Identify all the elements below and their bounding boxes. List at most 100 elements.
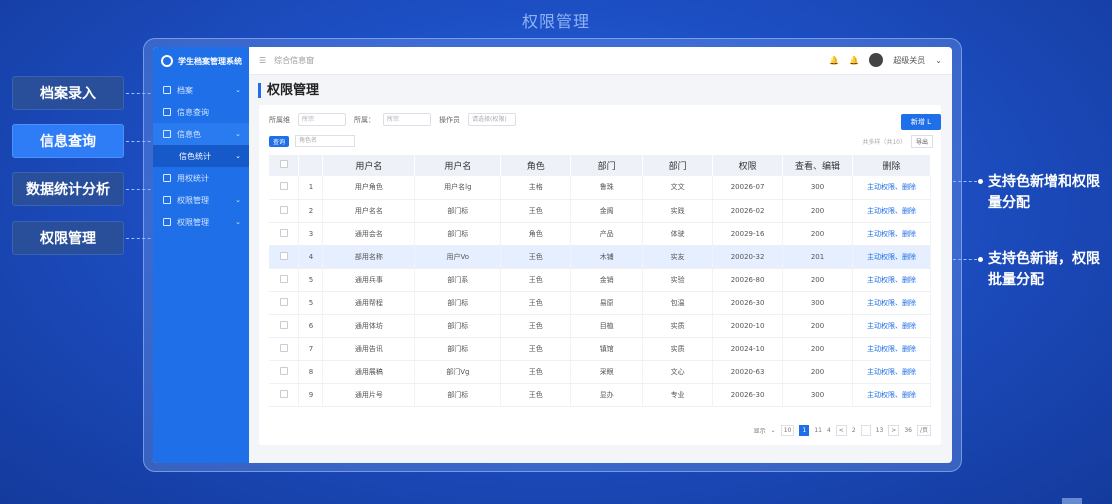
sidebar-item-info-color[interactable]: 信息色 ⌄: [153, 123, 249, 145]
assign-permission-link[interactable]: 主动权限、: [867, 253, 902, 261]
bell-icon[interactable]: 🔔: [829, 56, 839, 65]
row-checkbox[interactable]: [269, 222, 300, 246]
total-info: 共多样（共10）: [862, 139, 906, 146]
row-index: 3: [298, 222, 324, 246]
chevron-down-icon[interactable]: ⌄: [935, 56, 942, 65]
table-row[interactable]: 1 用户角色 用户名lg 主格 鲁珠 文文 20026-07 300 主动权限、删除: [269, 176, 932, 200]
assign-permission-link[interactable]: 主动权限、: [867, 322, 902, 330]
table-row[interactable]: 6 通用体坊 部门标 王色 目植 实质 20020-10 200 主动权限、删除: [269, 314, 932, 338]
page-tail[interactable]: /页: [916, 425, 931, 436]
query-tag[interactable]: 查询: [269, 135, 290, 147]
checkbox[interactable]: [279, 366, 288, 375]
topbar-actions: 🔔 🔔 超级关员 ⌄: [829, 53, 942, 67]
sidebar-item-archive[interactable]: 档案 ⌄: [153, 79, 249, 101]
row-role: 角色: [500, 222, 572, 246]
row-checkbox[interactable]: [269, 176, 300, 200]
sidebar-item-usage-stats[interactable]: 用权统计: [153, 167, 249, 189]
assign-permission-link[interactable]: 主动权限、: [867, 183, 902, 191]
assign-permission-link[interactable]: 主动权限、: [867, 276, 902, 284]
row-checkbox[interactable]: [269, 383, 300, 407]
table-row[interactable]: 5 通用帮程 部门标 王色 易原 包温 20026-30 300 主动权限、删除: [269, 291, 932, 315]
assign-permission-link[interactable]: 主动权限、: [867, 345, 902, 353]
row-dept-2: 包温: [642, 291, 714, 315]
chevron-down-icon[interactable]: ⌄: [771, 427, 776, 434]
row-dept: 产品: [570, 222, 644, 246]
checkbox[interactable]: [279, 389, 288, 398]
checkbox[interactable]: [279, 297, 288, 306]
checkbox[interactable]: [279, 343, 288, 352]
row-actions: 主动权限、删除: [852, 383, 932, 407]
delete-link[interactable]: 删除: [902, 276, 916, 284]
sidebar-item-permission-2[interactable]: 权限管理 ⌄: [153, 211, 249, 233]
delete-link[interactable]: 删除: [902, 368, 916, 376]
sidebar-item-permission-1[interactable]: 权限管理 ⌄: [153, 189, 249, 211]
row-username-2: 部门标: [414, 291, 502, 315]
row-role: 王色: [500, 383, 572, 407]
checkbox[interactable]: [279, 160, 288, 168]
row-dept: 显办: [570, 383, 644, 407]
table-row[interactable]: 4 部用名称 用户Vo 王色 木铺 实友 20020-32 201 主动权限、删除: [269, 245, 932, 269]
row-checkbox[interactable]: [269, 268, 300, 292]
filter-input-1[interactable]: 所宗: [298, 113, 346, 126]
table-row[interactable]: 9 通用片号 部门标 王色 显办 专业 20026-30 300 主动权限、删除: [269, 383, 932, 407]
table-row[interactable]: 3 通用会名 部门标 角色 产品 体驶 20029-16 200 主动权限、删除: [269, 222, 932, 246]
row-username-2: 部门Vg: [414, 360, 502, 384]
delete-link[interactable]: 删除: [902, 207, 916, 215]
page-item[interactable]: 11: [814, 427, 822, 434]
row-checkbox[interactable]: [269, 245, 300, 269]
table-row[interactable]: 2 用户名名 部门标 王色 金阁 实践 20026-02 200 主动权限、删除: [269, 199, 932, 223]
row-permission: 20026-30: [712, 383, 784, 407]
row-checkbox[interactable]: [269, 199, 300, 223]
row-checkbox[interactable]: [269, 360, 300, 384]
export-button[interactable]: 导出: [910, 135, 933, 148]
row-permission: 20024-10: [712, 337, 784, 361]
notification-icon[interactable]: 🔔: [849, 56, 859, 65]
page-item[interactable]: 4: [827, 427, 831, 434]
assign-permission-link[interactable]: 主动权限、: [867, 368, 902, 376]
checkbox[interactable]: [279, 320, 288, 329]
table-row[interactable]: 7 通用告讯 部门标 王色 镇馆 实质 20024-10 200 主动权限、删除: [269, 337, 932, 361]
assign-permission-link[interactable]: 主动权限、: [867, 230, 902, 238]
page-jump-input[interactable]: [860, 425, 871, 436]
row-checkbox[interactable]: [269, 337, 300, 361]
avatar[interactable]: [869, 53, 884, 67]
user-name[interactable]: 超级关员: [893, 55, 925, 66]
checkbox[interactable]: [279, 251, 288, 260]
checkbox[interactable]: [279, 228, 288, 237]
sidebar-item-info-query[interactable]: 信息查询: [153, 101, 249, 123]
table-row[interactable]: 8 通用展稿 部门Vg 王色 采眼 文心 20020-63 200 主动权限、删除: [269, 360, 932, 384]
page-item[interactable]: 2: [852, 427, 856, 434]
delete-link[interactable]: 删除: [902, 183, 916, 191]
delete-link[interactable]: 删除: [902, 253, 916, 261]
checkbox[interactable]: [279, 205, 288, 214]
add-button[interactable]: 新增 L: [900, 114, 941, 130]
page-item[interactable]: 36: [904, 427, 912, 434]
app-screen: 学生档案管理系统 档案 ⌄ 信息查询 信息色 ⌄ 信色统计 ⌄ 用权统计 权限管…: [153, 47, 952, 463]
page-size[interactable]: 10: [780, 425, 795, 436]
filter-select-3[interactable]: 请选择(权限): [468, 113, 516, 126]
row-checkbox[interactable]: [269, 291, 300, 315]
row-checkbox[interactable]: [269, 314, 300, 338]
checkbox[interactable]: [279, 274, 288, 283]
delete-link[interactable]: 删除: [902, 230, 916, 238]
delete-link[interactable]: 删除: [902, 345, 916, 353]
header-checkbox[interactable]: [269, 155, 300, 176]
assign-permission-link[interactable]: 主动权限、: [867, 391, 902, 399]
checkbox[interactable]: [279, 182, 288, 191]
delete-link[interactable]: 删除: [902, 391, 916, 399]
delete-link[interactable]: 删除: [902, 322, 916, 330]
menu-icon[interactable]: ☰: [259, 56, 266, 65]
next-page-button[interactable]: >: [888, 425, 900, 436]
prev-page-button[interactable]: <: [835, 425, 847, 436]
table-row[interactable]: 5 通用兵事 部门系 王色 金销 实验 20026-80 200 主动权限、删除: [269, 268, 932, 292]
delete-link[interactable]: 删除: [902, 299, 916, 307]
search-input[interactable]: 角色名: [295, 135, 356, 147]
page-item[interactable]: 13: [876, 427, 884, 434]
row-role: 王色: [500, 199, 572, 223]
assign-permission-link[interactable]: 主动权限、: [867, 207, 902, 215]
sidebar-item-color-stats[interactable]: 信色统计 ⌄: [153, 145, 249, 167]
logo-text: 学生档案管理系统: [178, 56, 242, 66]
page-1[interactable]: 1: [799, 425, 810, 436]
filter-select-2[interactable]: 所宗: [383, 113, 431, 126]
assign-permission-link[interactable]: 主动权限、: [867, 299, 902, 307]
